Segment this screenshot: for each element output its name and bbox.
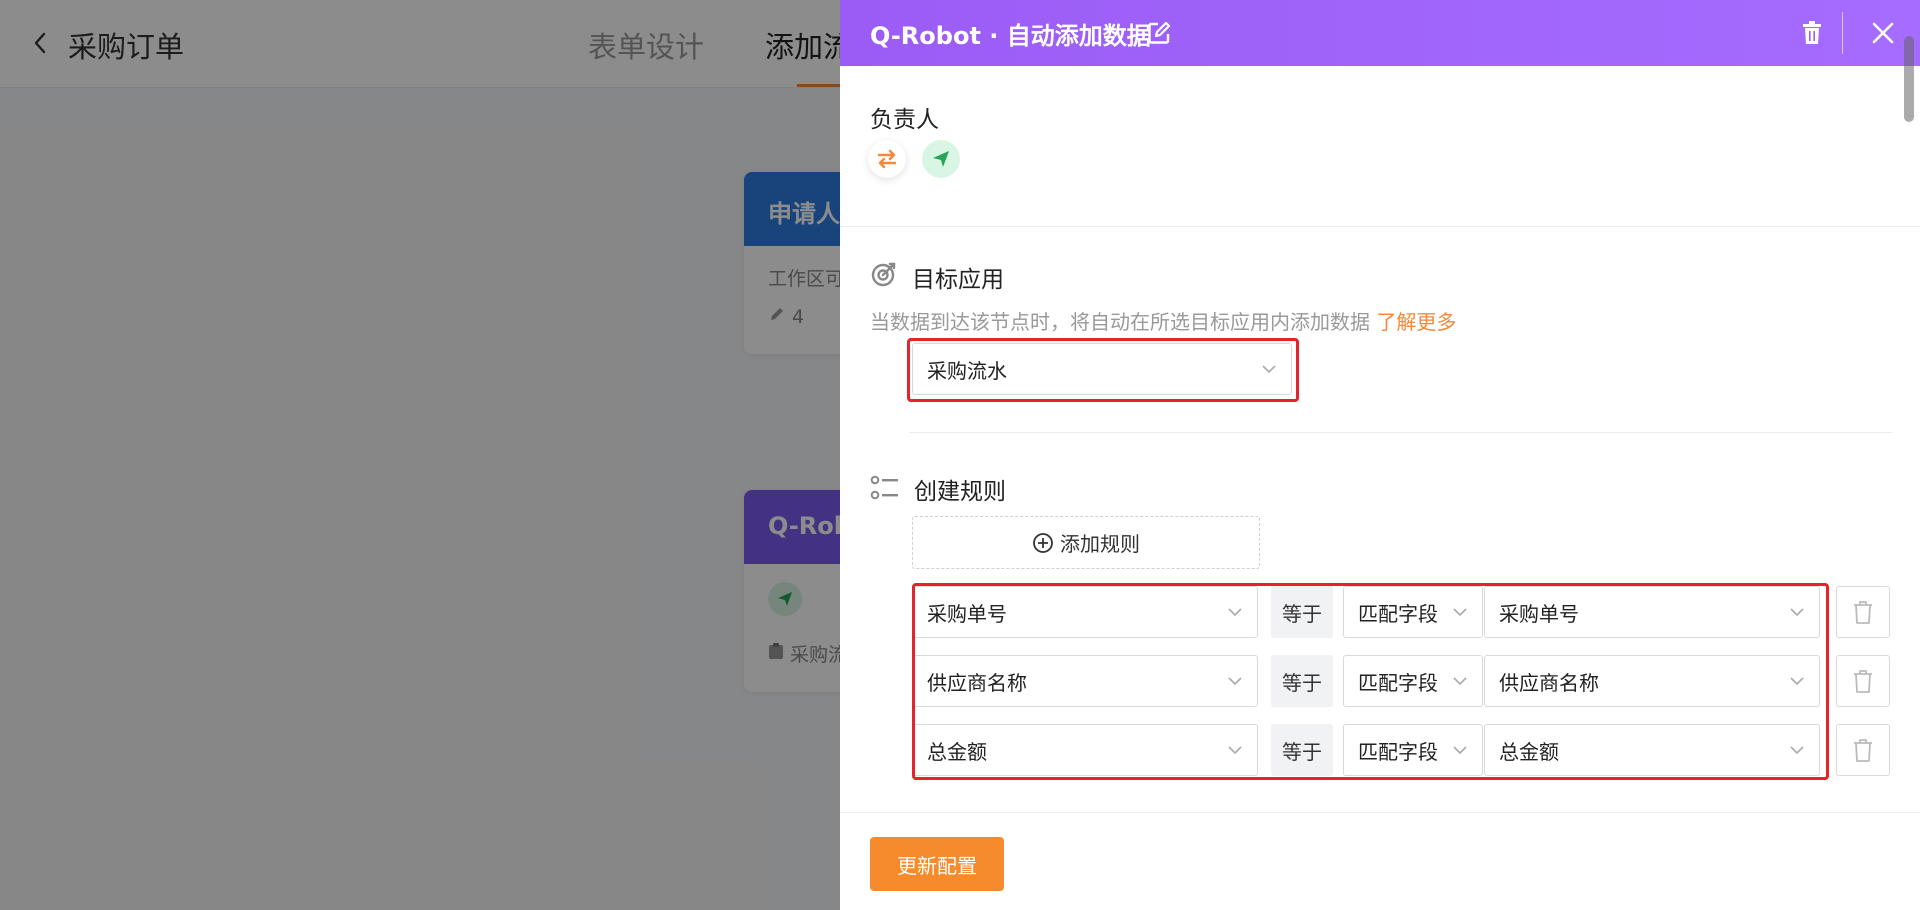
chevron-down-icon bbox=[1453, 746, 1467, 755]
drawer-header: Q-Robot · 自动添加数据 bbox=[840, 0, 1920, 66]
rule-operator: 等于 bbox=[1271, 655, 1333, 707]
add-rule-button[interactable]: 添加规则 bbox=[912, 516, 1260, 569]
rule-field-value: 总金额 bbox=[927, 739, 987, 764]
rule-value-value: 采购单号 bbox=[1499, 601, 1579, 626]
rule-mode-value: 匹配字段 bbox=[1358, 739, 1438, 764]
header-divider bbox=[1842, 12, 1843, 54]
target-app-desc-text: 当数据到达该节点时，将自动在所选目标应用内添加数据 bbox=[870, 310, 1370, 334]
rule-value-select[interactable]: 总金额 bbox=[1484, 724, 1820, 776]
chevron-down-icon bbox=[1453, 608, 1467, 617]
rule-operator: 等于 bbox=[1271, 586, 1333, 638]
rule-mode-value: 匹配字段 bbox=[1358, 601, 1438, 626]
target-app-title: 目标应用 bbox=[912, 267, 1004, 293]
chevron-down-icon bbox=[1228, 677, 1242, 686]
rule-field-select[interactable]: 总金额 bbox=[912, 724, 1258, 776]
edit-title-icon[interactable] bbox=[1146, 20, 1172, 46]
delete-node-icon[interactable] bbox=[1800, 20, 1824, 46]
scrollbar-thumb[interactable] bbox=[1904, 36, 1914, 122]
learn-more-link[interactable]: 了解更多 bbox=[1376, 310, 1456, 334]
rule-value-select[interactable]: 采购单号 bbox=[1484, 586, 1820, 638]
chevron-down-icon bbox=[1790, 608, 1804, 617]
trash-icon bbox=[1854, 670, 1872, 693]
rule-mode-value: 匹配字段 bbox=[1358, 670, 1438, 695]
chevron-down-icon bbox=[1453, 677, 1467, 686]
rule-field-select[interactable]: 供应商名称 bbox=[912, 655, 1258, 707]
swap-icon bbox=[877, 149, 897, 169]
delete-rule-button[interactable] bbox=[1836, 724, 1890, 776]
chevron-down-icon bbox=[1790, 677, 1804, 686]
owner-label: 负责人 bbox=[870, 107, 939, 133]
rule-value-value: 供应商名称 bbox=[1499, 670, 1599, 695]
drawer-title: Q-Robot · 自动添加数据 bbox=[870, 22, 1151, 50]
list-icon bbox=[870, 474, 898, 502]
footer-divider bbox=[840, 812, 1920, 813]
delete-rule-button[interactable] bbox=[1836, 655, 1890, 707]
chevron-down-icon bbox=[1262, 365, 1276, 374]
rule-value-value: 总金额 bbox=[1499, 739, 1559, 764]
rule-operator: 等于 bbox=[1271, 724, 1333, 776]
paper-plane-icon bbox=[933, 151, 949, 167]
plus-circle-icon bbox=[1033, 532, 1053, 553]
rule-mode-select[interactable]: 匹配字段 bbox=[1343, 586, 1483, 638]
add-rule-label: 添加规则 bbox=[1060, 532, 1140, 556]
rule-mode-select[interactable]: 匹配字段 bbox=[1343, 655, 1483, 707]
trash-icon bbox=[1854, 739, 1872, 762]
target-icon bbox=[870, 260, 898, 288]
create-rules-title: 创建规则 bbox=[914, 479, 1006, 505]
rule-value-select[interactable]: 供应商名称 bbox=[1484, 655, 1820, 707]
chevron-down-icon bbox=[1790, 746, 1804, 755]
chevron-down-icon bbox=[1228, 608, 1242, 617]
target-app-value: 采购流水 bbox=[927, 358, 1007, 383]
rule-field-value: 供应商名称 bbox=[927, 670, 1027, 695]
robot-config-drawer: Q-Robot · 自动添加数据 负责人 目标应用 当数据到达该节点时，将自动在… bbox=[840, 0, 1920, 910]
delete-rule-button[interactable] bbox=[1836, 586, 1890, 638]
update-config-button[interactable]: 更新配置 bbox=[870, 837, 1004, 891]
section-divider bbox=[840, 226, 1920, 227]
target-app-select[interactable]: 采购流水 bbox=[912, 343, 1292, 395]
close-icon[interactable] bbox=[1870, 20, 1896, 46]
chevron-down-icon bbox=[1228, 746, 1242, 755]
rule-field-select[interactable]: 采购单号 bbox=[912, 586, 1258, 638]
section-divider bbox=[910, 432, 1892, 433]
target-app-desc: 当数据到达该节点时，将自动在所选目标应用内添加数据 了解更多 bbox=[870, 306, 1456, 335]
send-owner-button[interactable] bbox=[922, 140, 960, 178]
rule-field-value: 采购单号 bbox=[927, 601, 1007, 626]
trash-icon bbox=[1854, 601, 1872, 624]
transfer-owner-button[interactable] bbox=[868, 140, 906, 178]
rule-mode-select[interactable]: 匹配字段 bbox=[1343, 724, 1483, 776]
